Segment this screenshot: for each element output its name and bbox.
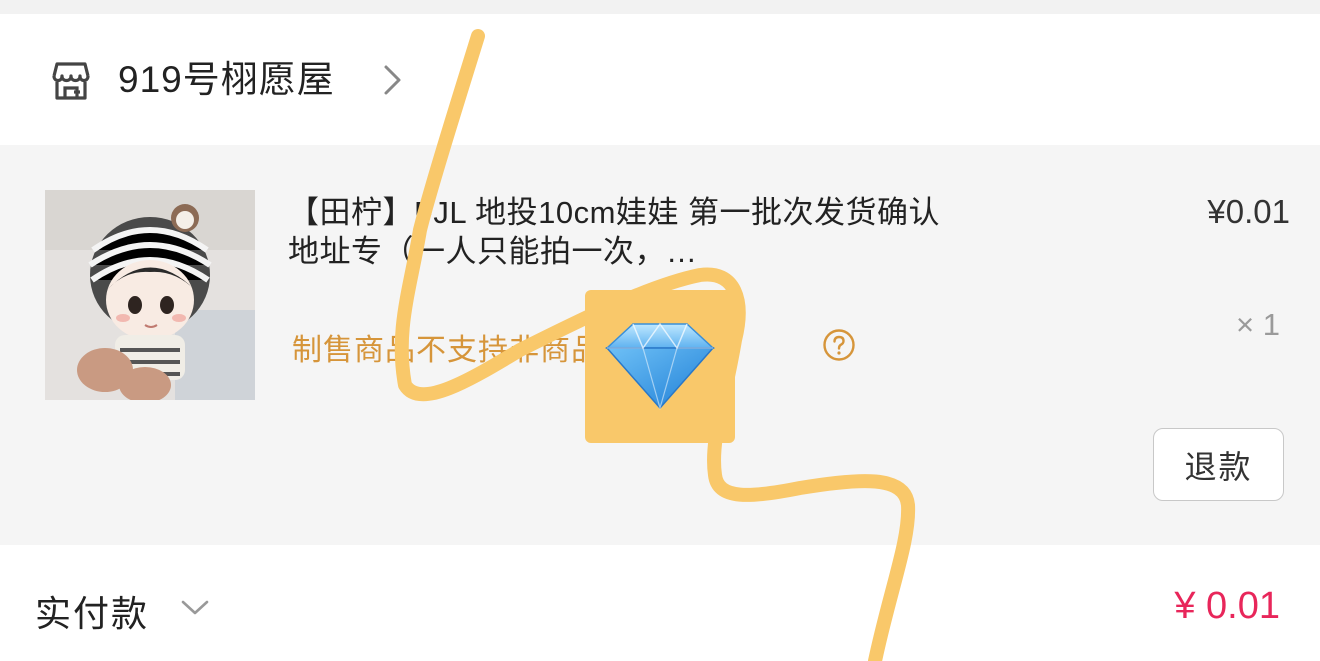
payment-amount: ¥ 0.01	[1174, 585, 1280, 627]
refund-button[interactable]: 退款	[1153, 428, 1284, 501]
product-price: ¥0.01	[1207, 193, 1290, 230]
shop-header[interactable]: 919号栩愿屋	[0, 14, 1320, 145]
question-circle-icon[interactable]	[822, 328, 856, 362]
payment-label[interactable]: 实付款	[35, 585, 149, 637]
chevron-right-icon[interactable]	[380, 62, 404, 98]
top-strip	[0, 0, 1320, 14]
shop-name[interactable]: 919号栩愿屋	[118, 54, 335, 106]
chevron-down-icon[interactable]	[180, 597, 210, 617]
product-thumbnail[interactable]	[45, 190, 255, 400]
payment-row[interactable]: 实付款 ¥ 0.01	[0, 545, 1320, 661]
product-title[interactable]: 【田柠】FJL 地投10cm娃娃 第一批次发货确认地址专（一人只能拍一次，…	[288, 193, 948, 271]
store-icon	[52, 62, 90, 100]
doll-image	[45, 190, 255, 400]
diamond-badge	[585, 290, 735, 443]
diamond-icon	[605, 322, 715, 411]
product-quantity: × 1	[1236, 307, 1280, 342]
